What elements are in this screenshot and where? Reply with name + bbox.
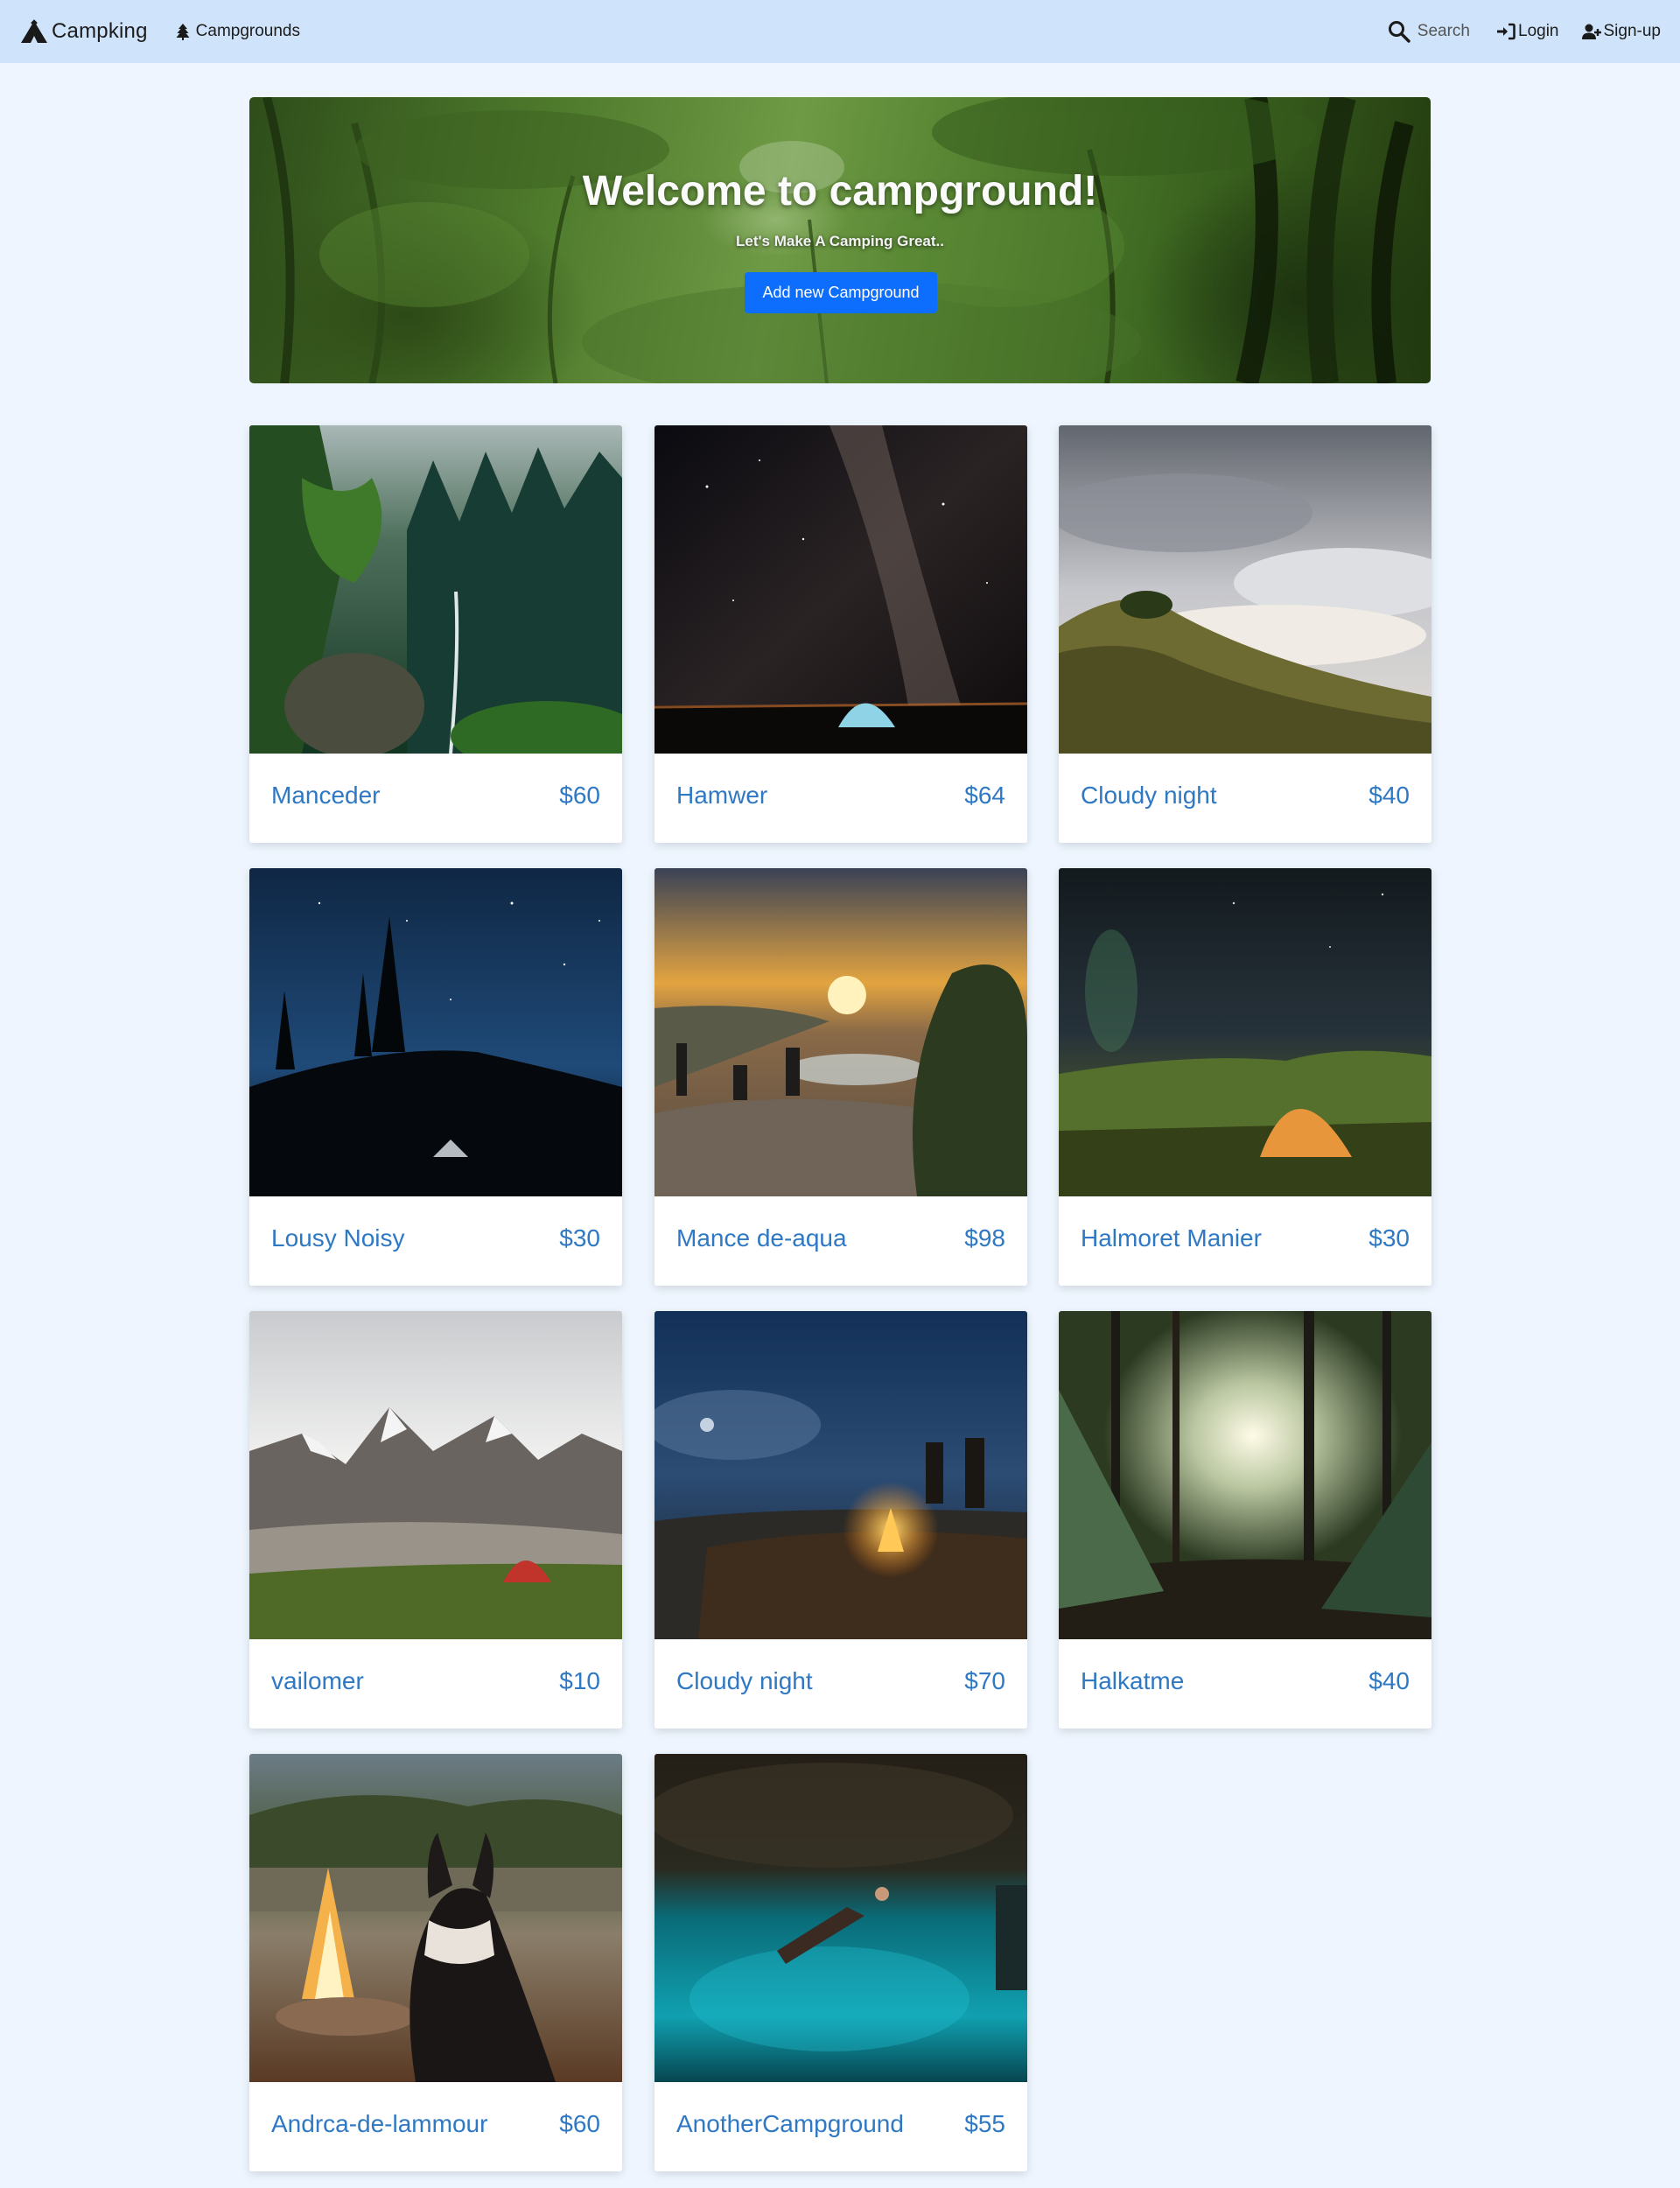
card-footer: Mance de-aqua $98 xyxy=(654,1196,1027,1286)
campground-name[interactable]: Cloudy night xyxy=(1081,782,1217,810)
campground-card[interactable]: Mance de-aqua $98 xyxy=(654,868,1027,1286)
campground-name[interactable]: Mance de-aqua xyxy=(676,1224,847,1252)
card-footer: AnotherCampground $55 xyxy=(654,2082,1027,2171)
campground-card[interactable]: AnotherCampground $55 xyxy=(654,1754,1027,2171)
campground-price: $64 xyxy=(964,782,1005,809)
campground-photo[interactable] xyxy=(654,868,1027,1196)
campground-card[interactable]: Halmoret Manier $30 xyxy=(1059,868,1432,1286)
hero-banner: Welcome to campground! Let's Make A Camp… xyxy=(249,97,1431,383)
campground-photo[interactable] xyxy=(249,425,622,754)
campground-name[interactable]: Halmoret Manier xyxy=(1081,1224,1262,1252)
card-footer: Lousy Noisy $30 xyxy=(249,1196,622,1286)
campground-price: $10 xyxy=(559,1667,600,1694)
nav-login-label: Login xyxy=(1518,22,1559,40)
campground-photo[interactable] xyxy=(249,1754,622,2082)
nav-left-group: Campking Campgrounds xyxy=(19,19,300,44)
top-navbar: Campking Campgrounds Search Login Sign-u… xyxy=(0,0,1680,63)
campground-card[interactable]: Cloudy night $40 xyxy=(1059,425,1432,843)
nav-signup-label: Sign-up xyxy=(1603,22,1662,40)
campground-name[interactable]: Lousy Noisy xyxy=(271,1224,405,1252)
tree-icon xyxy=(174,23,192,40)
campground-name[interactable]: Halkatme xyxy=(1081,1667,1184,1695)
campground-photo[interactable] xyxy=(1059,425,1432,754)
card-footer: Cloudy night $40 xyxy=(1059,754,1432,843)
nav-right-group: Search Login Sign-up xyxy=(1388,20,1661,43)
campground-photo[interactable] xyxy=(654,425,1027,754)
card-footer: Hamwer $64 xyxy=(654,754,1027,843)
campground-tent-icon xyxy=(19,19,49,44)
campground-name[interactable]: Andrca-de-lammour xyxy=(271,2110,487,2138)
campground-card[interactable]: Cloudy night $70 xyxy=(654,1311,1027,1729)
campground-name[interactable]: vailomer xyxy=(271,1667,364,1695)
campground-photo[interactable] xyxy=(654,1311,1027,1639)
campground-photo[interactable] xyxy=(249,868,622,1196)
campground-price: $30 xyxy=(1368,1224,1410,1252)
hero-title: Welcome to campground! xyxy=(582,168,1098,214)
campground-photo[interactable] xyxy=(1059,868,1432,1196)
add-campground-button[interactable]: Add new Campground xyxy=(745,272,937,313)
card-footer: Halmoret Manier $30 xyxy=(1059,1196,1432,1286)
card-footer: Halkatme $40 xyxy=(1059,1639,1432,1729)
brand-label: Campking xyxy=(52,19,148,43)
campground-photo[interactable] xyxy=(249,1311,622,1639)
campground-photo[interactable] xyxy=(654,1754,1027,2082)
nav-signup-link[interactable]: Sign-up xyxy=(1581,22,1662,41)
campground-card[interactable]: Lousy Noisy $30 xyxy=(249,868,622,1286)
search-icon xyxy=(1388,20,1410,43)
campground-price: $30 xyxy=(559,1224,600,1252)
nav-search-link[interactable]: Search xyxy=(1388,20,1470,43)
campground-card[interactable]: Halkatme $40 xyxy=(1059,1311,1432,1729)
nav-campgrounds-link[interactable]: Campgrounds xyxy=(174,22,300,41)
campground-card[interactable]: Manceder $60 xyxy=(249,425,622,843)
campground-price: $55 xyxy=(964,2110,1005,2137)
card-footer: Andrca-de-lammour $60 xyxy=(249,2082,622,2171)
campground-price: $40 xyxy=(1368,782,1410,809)
brand-link[interactable]: Campking xyxy=(19,19,148,44)
campground-photo[interactable] xyxy=(1059,1311,1432,1639)
nav-campgrounds-label: Campgrounds xyxy=(195,22,300,40)
nav-login-link[interactable]: Login xyxy=(1496,22,1559,41)
login-icon xyxy=(1496,23,1516,40)
card-footer: vailomer $10 xyxy=(249,1639,622,1729)
campground-card[interactable]: vailomer $10 xyxy=(249,1311,622,1729)
campground-price: $70 xyxy=(964,1667,1005,1694)
campground-name[interactable]: Manceder xyxy=(271,782,381,810)
campground-price: $98 xyxy=(964,1224,1005,1252)
campground-price: $60 xyxy=(559,2110,600,2137)
campground-name[interactable]: Cloudy night xyxy=(676,1667,813,1695)
hero-content: Welcome to campground! Let's Make A Camp… xyxy=(249,97,1431,383)
campground-price: $40 xyxy=(1368,1667,1410,1694)
user-plus-icon xyxy=(1581,23,1601,40)
campground-card[interactable]: Andrca-de-lammour $60 xyxy=(249,1754,622,2171)
hero-subtitle: Let's Make A Camping Great.. xyxy=(735,233,944,249)
card-footer: Manceder $60 xyxy=(249,754,622,843)
nav-search-label: Search xyxy=(1417,22,1470,40)
card-footer: Cloudy night $70 xyxy=(654,1639,1027,1729)
campground-price: $60 xyxy=(559,782,600,809)
campground-name[interactable]: Hamwer xyxy=(676,782,767,810)
campground-name[interactable]: AnotherCampground xyxy=(676,2110,904,2138)
campground-card[interactable]: Hamwer $64 xyxy=(654,425,1027,843)
